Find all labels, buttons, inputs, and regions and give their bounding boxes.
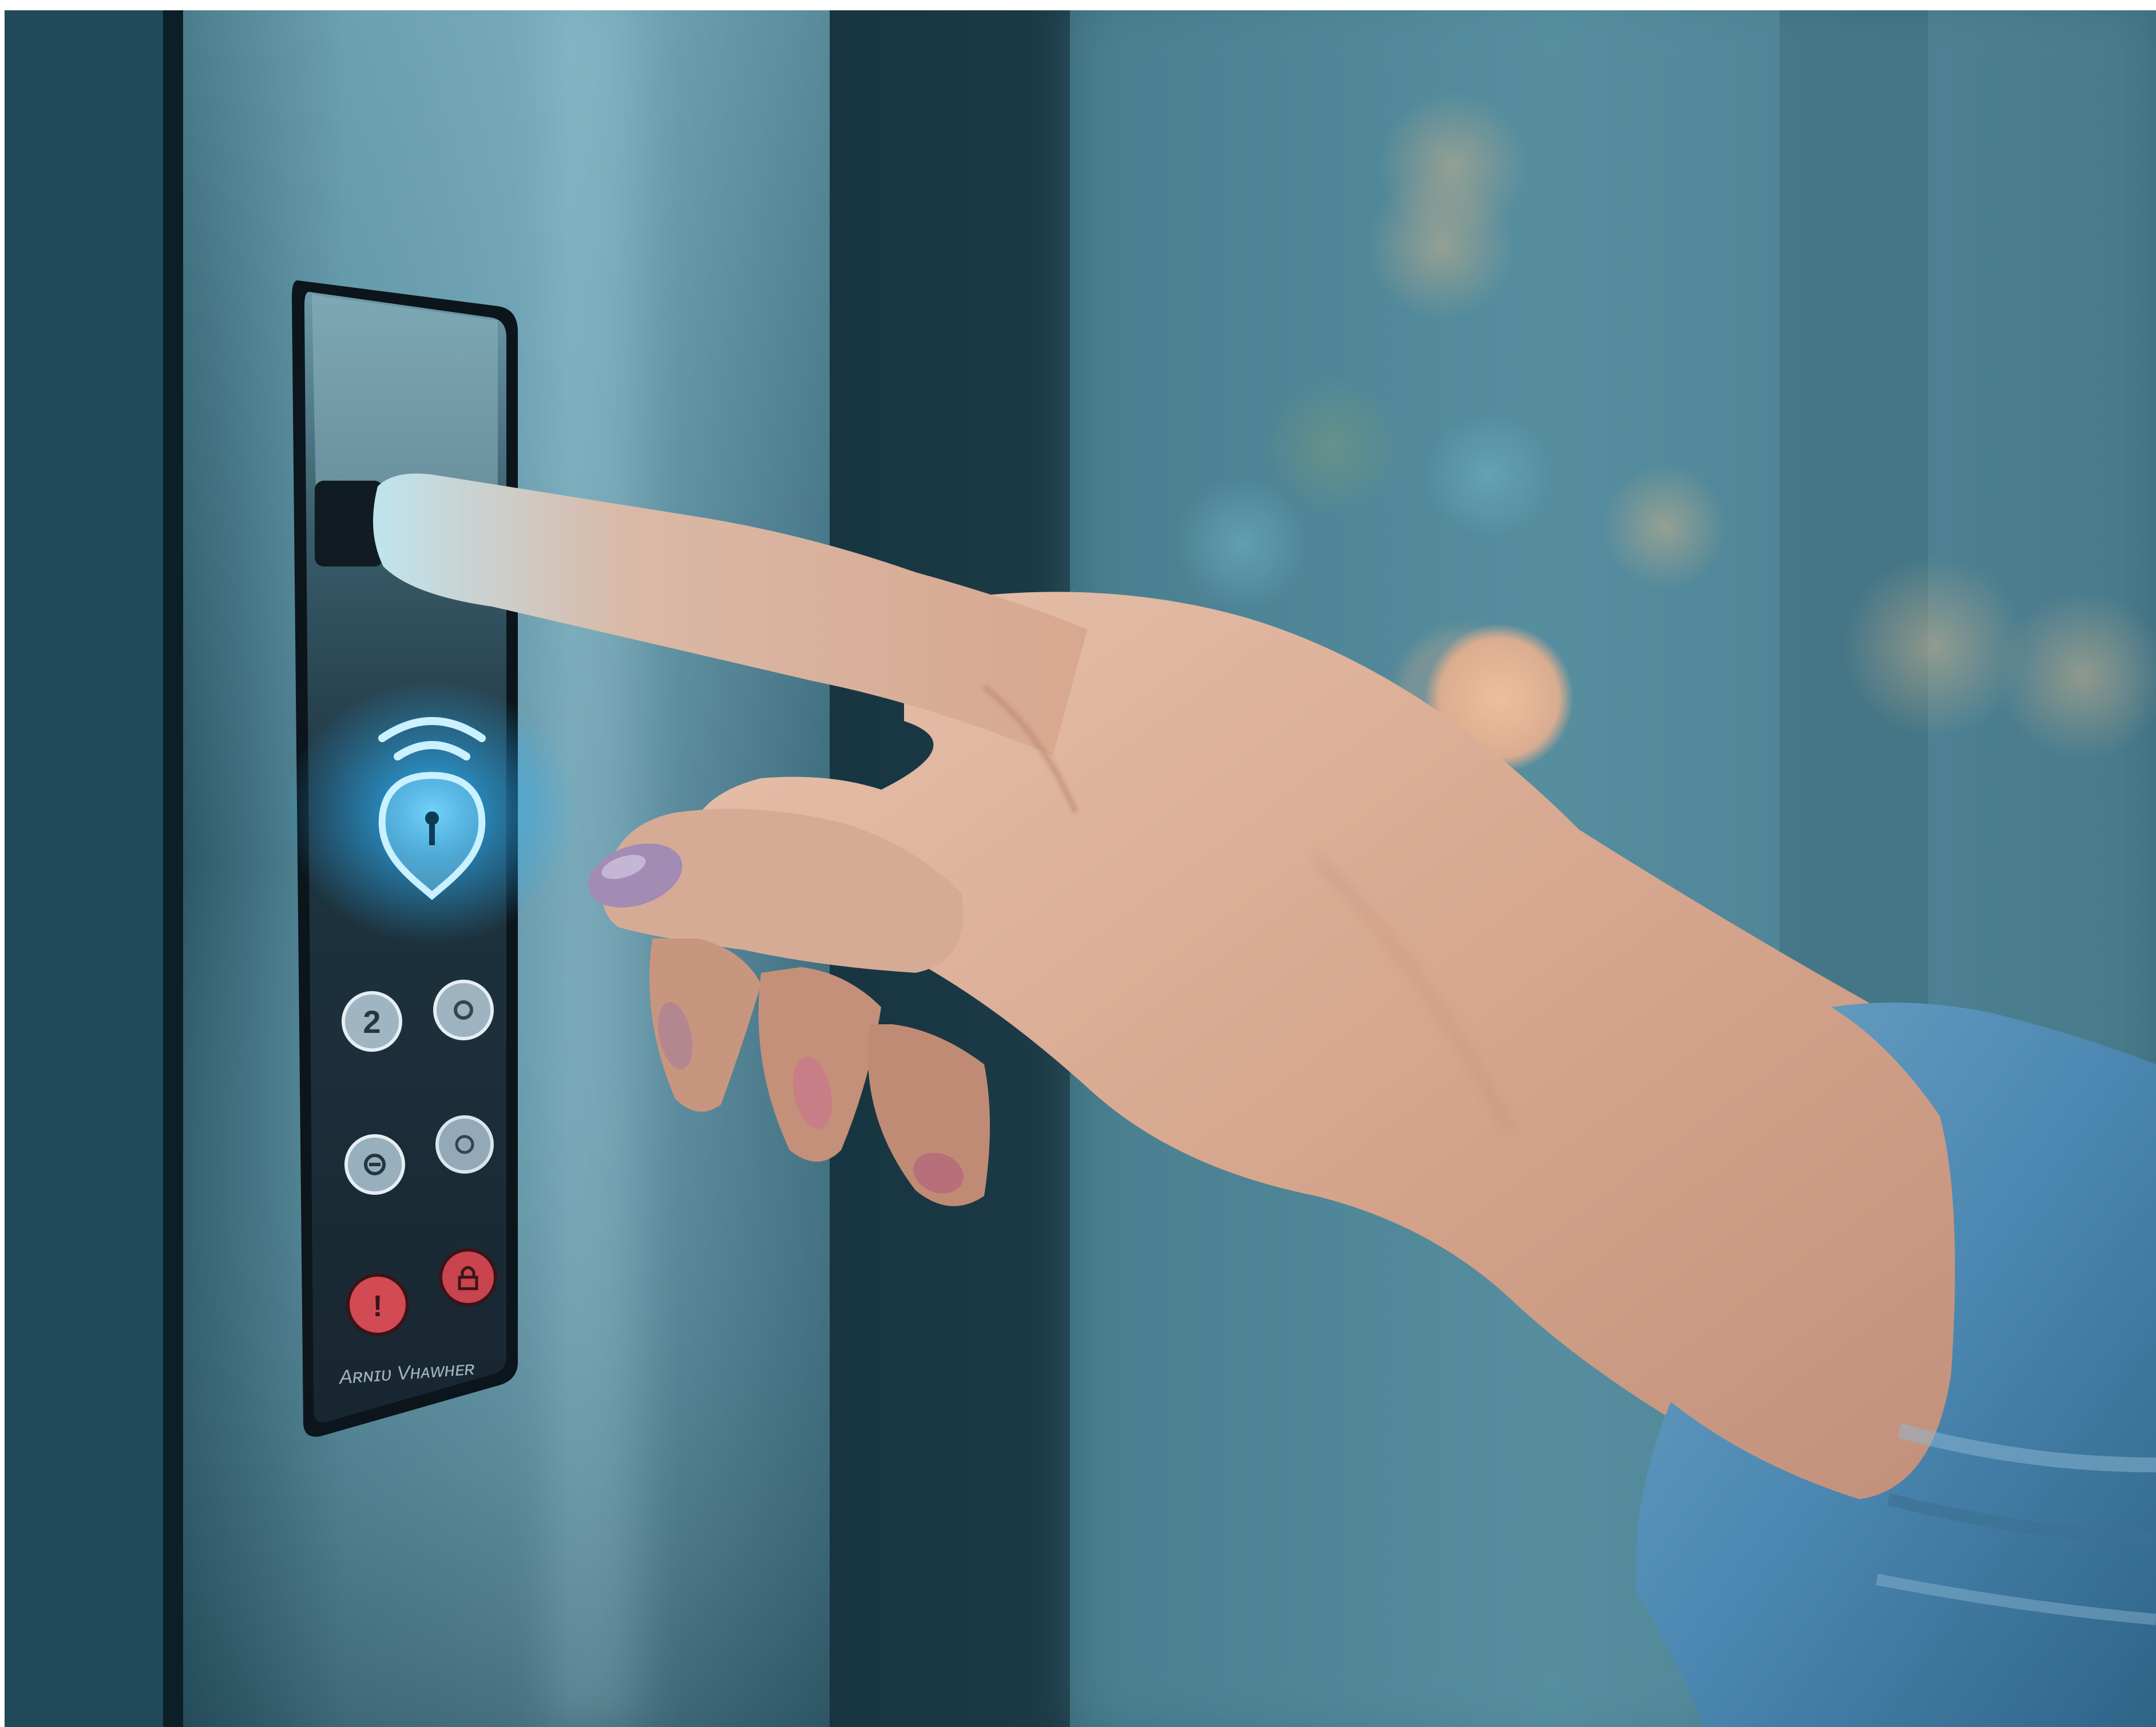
keypad-key-circle-2[interactable] (435, 1115, 494, 1174)
keypad-key-alert[interactable]: ! (346, 1273, 409, 1336)
door-hinge-strip (163, 0, 186, 1727)
frame-top (0, 0, 2156, 10)
fingerprint-sensor[interactable] (315, 481, 383, 567)
keypad-key-2[interactable]: 2 (342, 991, 402, 1052)
frame-left (0, 0, 5, 1727)
door-left-edge (0, 0, 177, 1727)
svg-text:!: ! (372, 1290, 382, 1323)
smart-lock-photo: 2 ! Aʀɴɪᴜ Vʜᴀᴡʜᴇʀ (0, 0, 2156, 1727)
keypad-key-lock[interactable] (439, 1248, 497, 1306)
svg-text:2: 2 (363, 1004, 381, 1040)
keypad-key-circle[interactable] (433, 980, 494, 1040)
keypad-key-minus[interactable] (344, 1134, 405, 1195)
